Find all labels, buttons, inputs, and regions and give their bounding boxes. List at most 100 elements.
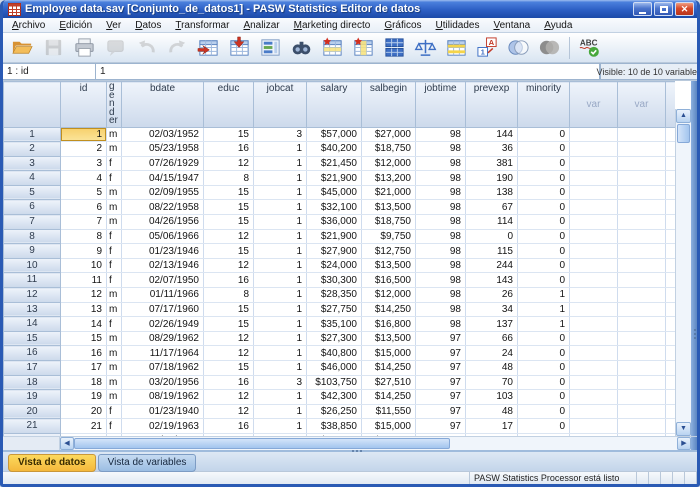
cell[interactable]: 115: [466, 244, 518, 259]
insert-cases-button[interactable]: [317, 34, 348, 61]
empty-cell[interactable]: [618, 317, 666, 332]
cell[interactable]: $18,750: [362, 142, 416, 157]
cell[interactable]: 21: [61, 419, 107, 434]
empty-cell[interactable]: [666, 200, 676, 215]
cell[interactable]: 07/18/1962: [122, 361, 204, 376]
cell[interactable]: 0: [518, 244, 570, 259]
cell[interactable]: 97: [416, 419, 466, 434]
show-all-variables-button[interactable]: [534, 34, 565, 61]
cell[interactable]: m: [107, 288, 122, 303]
cell[interactable]: 1: [254, 331, 307, 346]
row-number[interactable]: 6: [4, 200, 61, 215]
column-header-jobtime[interactable]: jobtime: [416, 82, 466, 128]
cell[interactable]: 16: [61, 346, 107, 361]
empty-cell[interactable]: [570, 229, 618, 244]
cell[interactable]: 244: [466, 258, 518, 273]
cell[interactable]: $13,500: [362, 331, 416, 346]
cell[interactable]: 97: [416, 433, 466, 436]
cell[interactable]: 12: [204, 258, 254, 273]
menu-ver[interactable]: Ver: [99, 19, 128, 32]
cell[interactable]: 103: [466, 390, 518, 405]
cell[interactable]: $27,000: [362, 127, 416, 142]
cell[interactable]: 97: [416, 375, 466, 390]
cell[interactable]: 9: [61, 244, 107, 259]
cell[interactable]: 3: [254, 375, 307, 390]
cell[interactable]: 5: [61, 185, 107, 200]
empty-cell[interactable]: [618, 331, 666, 346]
cell[interactable]: 97: [416, 404, 466, 419]
cell[interactable]: 16: [204, 273, 254, 288]
cell[interactable]: 98: [416, 244, 466, 259]
cell[interactable]: 15: [61, 331, 107, 346]
cell[interactable]: 1: [518, 302, 570, 317]
row-number[interactable]: 10: [4, 258, 61, 273]
scroll-left-arrow[interactable]: ◀: [60, 437, 74, 450]
empty-cell[interactable]: [666, 390, 676, 405]
empty-cell[interactable]: [618, 229, 666, 244]
cell[interactable]: 36: [466, 142, 518, 157]
empty-cell[interactable]: [618, 171, 666, 186]
cell[interactable]: $12,750: [362, 244, 416, 259]
empty-cell[interactable]: [618, 346, 666, 361]
cell[interactable]: 98: [416, 317, 466, 332]
horizontal-scroll-thumb[interactable]: [74, 438, 450, 449]
row-number[interactable]: 14: [4, 317, 61, 332]
vertical-scrollbar[interactable]: ▲ ▼: [675, 109, 691, 436]
cell[interactable]: 0: [518, 229, 570, 244]
cell[interactable]: 34: [466, 302, 518, 317]
cell[interactable]: 16: [204, 142, 254, 157]
tab-variable-view[interactable]: Vista de variables: [98, 454, 197, 472]
cell[interactable]: f: [107, 171, 122, 186]
empty-cell[interactable]: [570, 433, 618, 436]
cell[interactable]: f: [107, 244, 122, 259]
row-number[interactable]: 15: [4, 331, 61, 346]
minimize-button[interactable]: [633, 2, 652, 16]
cell[interactable]: 12: [204, 346, 254, 361]
cell[interactable]: 1: [254, 200, 307, 215]
find-button[interactable]: [286, 34, 317, 61]
row-number[interactable]: 19: [4, 390, 61, 405]
cell[interactable]: $14,250: [362, 302, 416, 317]
cell[interactable]: 66: [466, 331, 518, 346]
empty-cell[interactable]: [666, 142, 676, 157]
tab-data-view[interactable]: Vista de datos: [8, 454, 96, 472]
empty-cell[interactable]: [570, 390, 618, 405]
cell[interactable]: 98: [416, 185, 466, 200]
cell[interactable]: $21,750: [307, 433, 362, 436]
title-bar[interactable]: Employee data.sav [Conjunto_de_datos1] -…: [3, 0, 697, 18]
cell[interactable]: 97: [416, 331, 466, 346]
column-header-educ[interactable]: educ: [204, 82, 254, 128]
cell[interactable]: 8: [204, 288, 254, 303]
row-number[interactable]: 5: [4, 185, 61, 200]
cell[interactable]: 8: [61, 229, 107, 244]
cell[interactable]: 02/19/1963: [122, 419, 204, 434]
cell[interactable]: $14,250: [362, 361, 416, 376]
cell[interactable]: 0: [518, 185, 570, 200]
cell[interactable]: 1: [254, 215, 307, 230]
cell[interactable]: $45,000: [307, 185, 362, 200]
open-data-document-button[interactable]: [7, 34, 38, 61]
variables-button[interactable]: [255, 34, 286, 61]
empty-cell[interactable]: [570, 317, 618, 332]
cell[interactable]: 1: [254, 346, 307, 361]
cell[interactable]: 1: [254, 273, 307, 288]
empty-cell[interactable]: [618, 215, 666, 230]
cell[interactable]: 02/09/1955: [122, 185, 204, 200]
cell[interactable]: 1: [254, 229, 307, 244]
cell[interactable]: 70: [466, 375, 518, 390]
menu-gr-ficos[interactable]: Gráficos: [377, 19, 428, 32]
cell[interactable]: $21,450: [307, 156, 362, 171]
cell[interactable]: 12: [204, 433, 254, 436]
cell[interactable]: 1: [254, 156, 307, 171]
cell[interactable]: m: [107, 331, 122, 346]
corner-select-all-cell[interactable]: [4, 82, 61, 128]
cell[interactable]: 138: [466, 185, 518, 200]
cell[interactable]: 02/03/1952: [122, 127, 204, 142]
cell[interactable]: 98: [416, 258, 466, 273]
cell[interactable]: m: [107, 346, 122, 361]
row-number[interactable]: 20: [4, 404, 61, 419]
cell[interactable]: 315: [466, 433, 518, 436]
row-number[interactable]: 17: [4, 361, 61, 376]
cell[interactable]: 3: [61, 156, 107, 171]
value-labels-button[interactable]: A1: [472, 34, 503, 61]
